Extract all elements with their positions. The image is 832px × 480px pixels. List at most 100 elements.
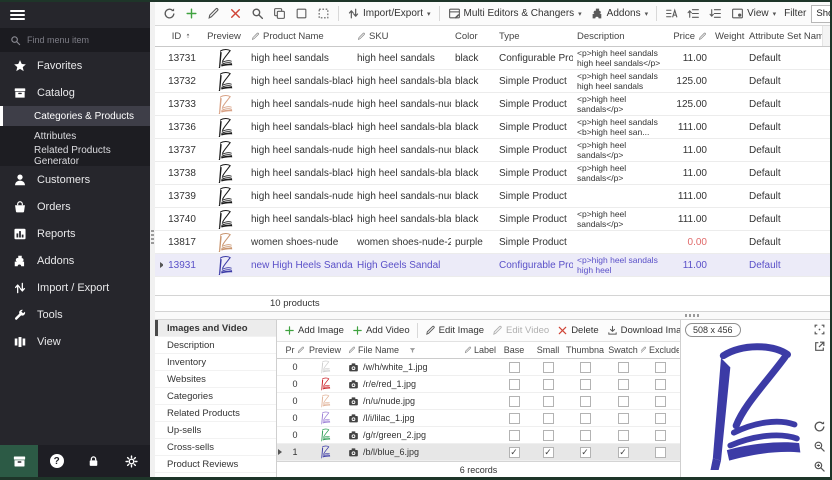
download-image-button[interactable]: Download Image	[604, 323, 680, 338]
splitter-grip[interactable]	[151, 230, 154, 244]
add-product-button[interactable]	[182, 5, 201, 22]
column-header-price[interactable]: Price	[665, 26, 711, 46]
sidebar-item-related-products-generator[interactable]: Related Products Generator	[0, 146, 150, 166]
splitter-grip[interactable]	[685, 314, 701, 317]
base-checkbox[interactable]	[509, 447, 520, 458]
column-header-base[interactable]: Base	[497, 345, 531, 355]
column-header-position[interactable]: Pr	[285, 345, 305, 355]
column-header-file-name[interactable]: File Name	[345, 345, 461, 355]
product-row[interactable]: 13732 high heel sandals-black high heel …	[155, 70, 830, 93]
menu-search-input[interactable]	[27, 35, 127, 45]
small-checkbox[interactable]	[543, 362, 554, 373]
column-header-description[interactable]: Description	[573, 26, 665, 46]
help-button[interactable]: ?	[38, 445, 75, 477]
column-header-thumbnail[interactable]: Thumbna	[565, 345, 605, 355]
import-export-menu[interactable]: Import/Export▾	[344, 5, 434, 22]
edit-image-button[interactable]: Edit Image	[422, 323, 487, 338]
zoom-out-icon[interactable]	[813, 440, 826, 453]
sidebar-item-favorites[interactable]: Favorites	[0, 52, 150, 79]
column-header-swatch[interactable]: Swatch	[605, 345, 641, 355]
column-header-preview[interactable]: Preview	[305, 345, 345, 355]
small-checkbox[interactable]	[543, 430, 554, 441]
view-menu[interactable]: View▾	[728, 5, 779, 22]
base-checkbox[interactable]	[509, 430, 520, 441]
product-row[interactable]: 13931 new High Heels Sandals High Geels …	[155, 254, 830, 277]
lock-button[interactable]	[75, 445, 112, 477]
copy-button[interactable]	[270, 5, 289, 22]
column-header-product-name[interactable]: Product Name	[247, 26, 353, 46]
sidebar-item-tools[interactable]: Tools	[0, 301, 150, 328]
image-row[interactable]: 1 /b/l/blue_6.jpg	[277, 444, 680, 461]
column-header-preview[interactable]: Preview	[201, 26, 247, 46]
sidebar-item-import-export[interactable]: Import / Export	[0, 274, 150, 301]
exclude-checkbox[interactable]	[655, 413, 666, 424]
settings-button[interactable]	[113, 445, 150, 477]
base-checkbox[interactable]	[509, 379, 520, 390]
select-button[interactable]	[292, 5, 311, 22]
sidebar-item-customers[interactable]: Customers	[0, 166, 150, 193]
swatch-checkbox[interactable]	[618, 362, 629, 373]
sidebar-item-addons[interactable]: Addons	[0, 247, 150, 274]
addons-menu[interactable]: Addons▾	[588, 5, 651, 22]
column-header-color[interactable]: Color	[451, 26, 495, 46]
tab-up-sells[interactable]: Up-sells	[155, 422, 276, 439]
multi-editors-menu[interactable]: Multi Editors & Changers▾	[445, 5, 585, 22]
column-header-id[interactable]: ID	[163, 26, 201, 46]
swatch-checkbox[interactable]	[618, 379, 629, 390]
exclude-checkbox[interactable]	[655, 379, 666, 390]
tab-cross-sells[interactable]: Cross-sells	[155, 439, 276, 456]
product-row[interactable]: 13731 high heel sandals high heel sandal…	[155, 47, 830, 70]
sidebar-search[interactable]	[0, 28, 150, 52]
add-video-button[interactable]: Add Video	[349, 323, 413, 338]
small-checkbox[interactable]	[543, 396, 554, 407]
thumbnail-checkbox[interactable]	[580, 362, 591, 373]
swatch-checkbox[interactable]	[618, 447, 629, 458]
product-row[interactable]: 13736 high heel sandals-black-36 high he…	[155, 116, 830, 139]
column-header-label[interactable]: Label	[461, 345, 497, 355]
column-header-small[interactable]: Small	[531, 345, 565, 355]
product-row[interactable]: 13740 high heel sandals-black-38 high he…	[155, 208, 830, 231]
fullscreen-icon[interactable]	[813, 323, 826, 336]
column-header-type[interactable]: Type	[495, 26, 573, 46]
image-row[interactable]: 0 /r/e/red_1.jpg	[277, 376, 680, 393]
add-image-button[interactable]: Add Image	[281, 323, 347, 338]
edit-video-button[interactable]: Edit Video	[489, 323, 552, 338]
swatch-checkbox[interactable]	[618, 413, 629, 424]
exclude-checkbox[interactable]	[655, 447, 666, 458]
exclude-checkbox[interactable]	[655, 430, 666, 441]
thumbnail-checkbox[interactable]	[580, 379, 591, 390]
image-row[interactable]: 0 /n/u/nude.jpg	[277, 393, 680, 410]
expand-rows-button[interactable]	[684, 5, 703, 22]
product-row[interactable]: 13733 high heel sandals-nude high heel s…	[155, 93, 830, 116]
product-row[interactable]: 13817 women shoes-nude women shoes-nude-…	[155, 231, 830, 254]
sidebar-item-categories-products[interactable]: Categories & Products	[0, 106, 150, 126]
hamburger-menu-icon[interactable]	[10, 8, 25, 22]
image-row[interactable]: 0 /l/i/lilac_1.jpg	[277, 410, 680, 427]
sidebar-item-attributes[interactable]: Attributes	[0, 126, 150, 146]
delete-image-button[interactable]: Delete	[554, 323, 601, 338]
sidebar-item-catalog[interactable]: Catalog	[0, 79, 150, 106]
rotate-refresh-icon[interactable]	[813, 420, 826, 433]
open-external-icon[interactable]	[813, 340, 826, 353]
tab-inventory[interactable]: Inventory	[155, 354, 276, 371]
thumbnail-checkbox[interactable]	[580, 413, 591, 424]
exclude-checkbox[interactable]	[655, 396, 666, 407]
small-checkbox[interactable]	[543, 447, 554, 458]
sidebar-item-view[interactable]: View	[0, 328, 150, 355]
collapse-rows-button[interactable]	[706, 5, 725, 22]
swatch-checkbox[interactable]	[618, 396, 629, 407]
swatch-checkbox[interactable]	[618, 430, 629, 441]
horizontal-splitter[interactable]	[155, 312, 830, 319]
edit-product-button[interactable]	[204, 5, 223, 22]
exclude-checkbox[interactable]	[655, 362, 666, 373]
tab-related-products[interactable]: Related Products	[155, 405, 276, 422]
column-header-attribute-set[interactable]: Attribute Set Name	[745, 26, 822, 46]
sidebar-item-reports[interactable]: Reports	[0, 220, 150, 247]
thumbnail-checkbox[interactable]	[580, 447, 591, 458]
base-checkbox[interactable]	[509, 413, 520, 424]
thumbnail-checkbox[interactable]	[580, 396, 591, 407]
product-row[interactable]: 13739 high heel sandals-nude-37 high hee…	[155, 185, 830, 208]
column-header-sku[interactable]: SKU	[353, 26, 451, 46]
tab-description[interactable]: Description	[155, 337, 276, 354]
zoom-in-icon[interactable]	[813, 460, 826, 473]
